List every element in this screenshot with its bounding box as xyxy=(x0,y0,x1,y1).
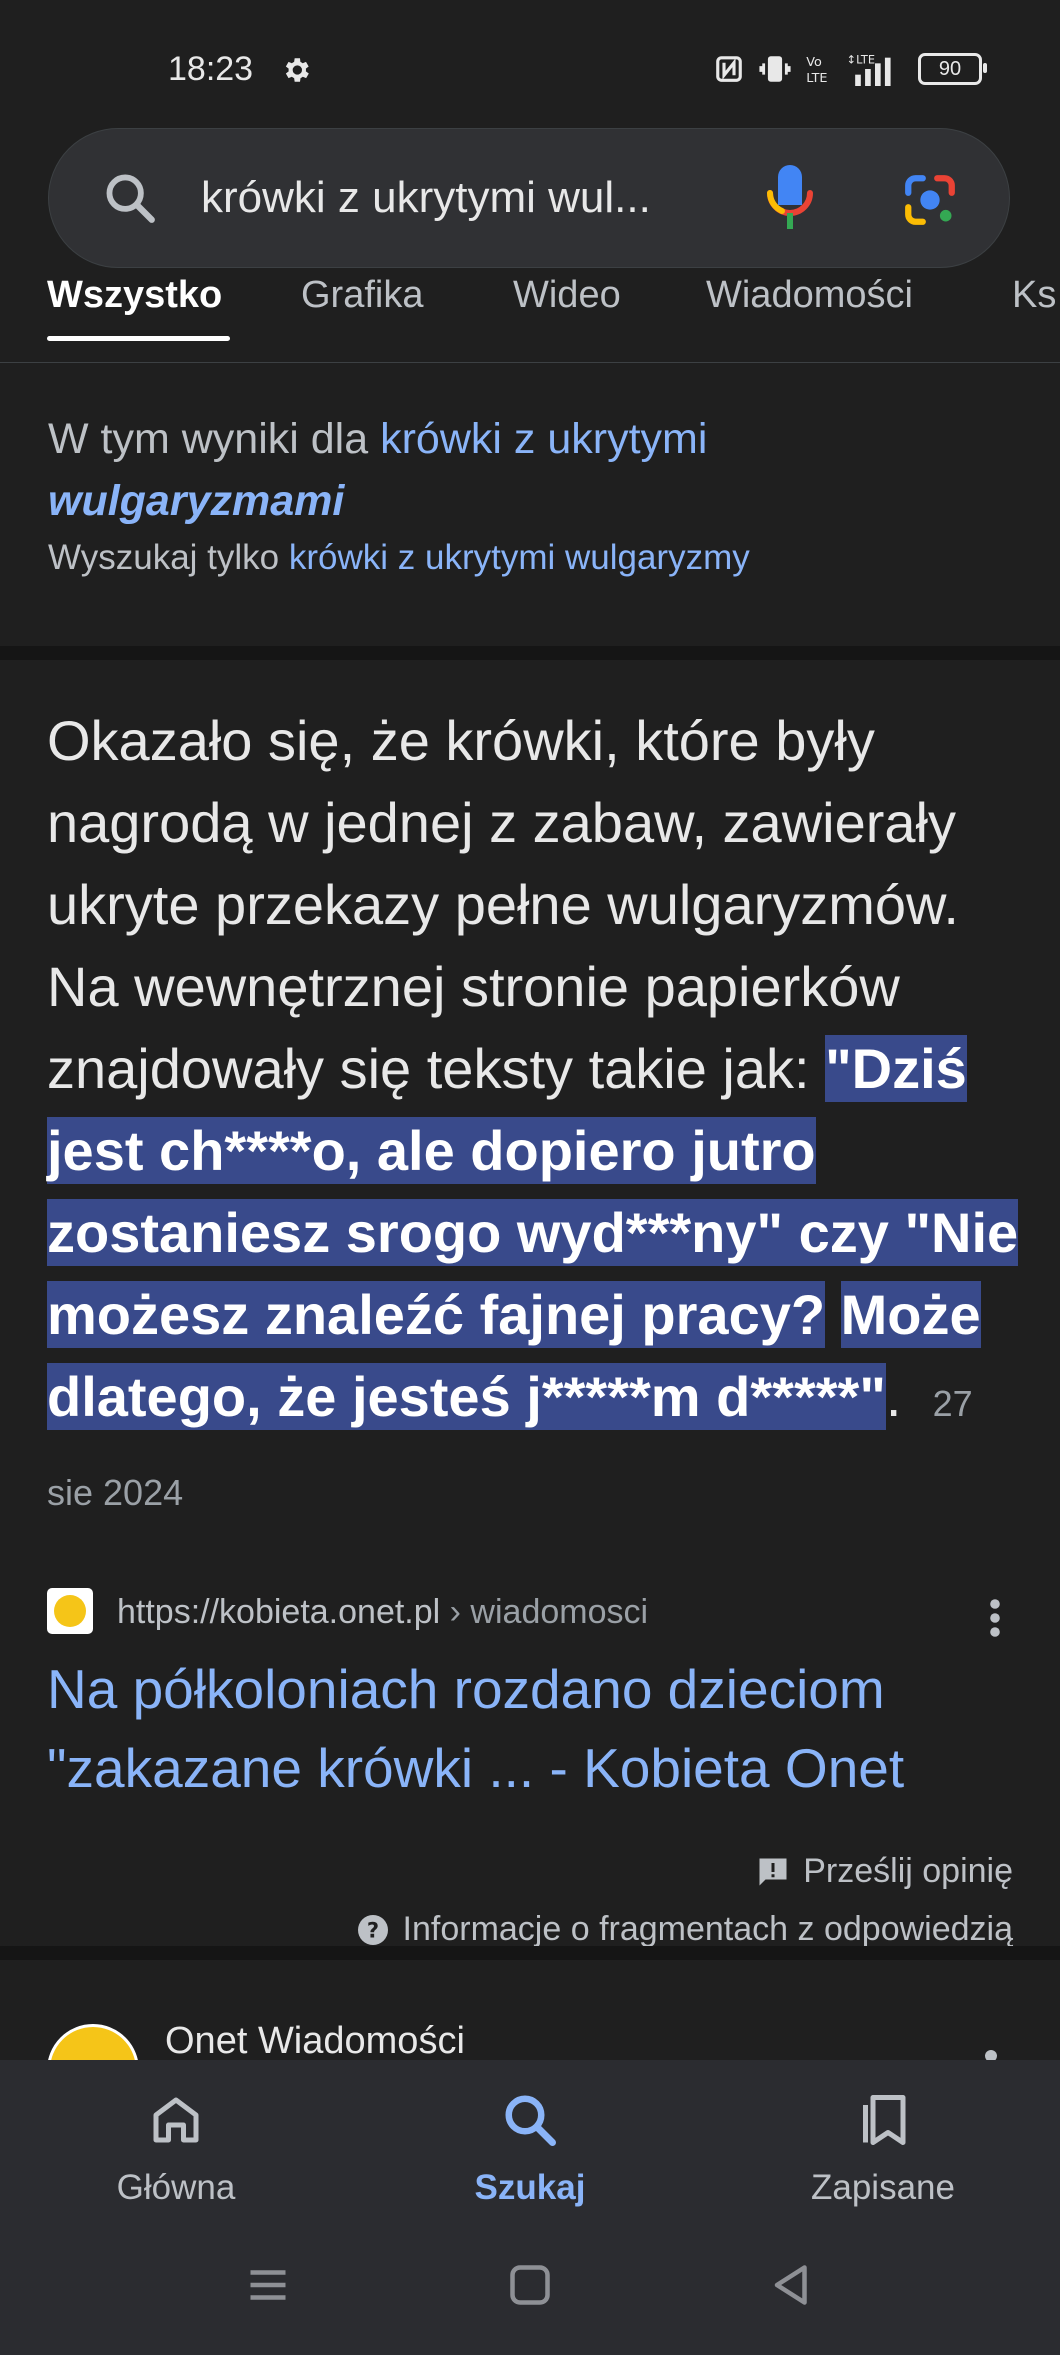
microphone-icon[interactable] xyxy=(765,163,815,231)
source-avatar xyxy=(47,2024,139,2060)
nav-home[interactable]: Główna xyxy=(56,2090,296,2208)
help-icon: ? xyxy=(357,1914,388,1945)
home-icon xyxy=(153,2097,199,2143)
search-input[interactable]: krówki z ukrytymi wul... xyxy=(201,173,651,223)
result-url-breadcrumb: › wiadomosci xyxy=(440,1593,649,1631)
bookmarks-icon xyxy=(863,2095,906,2145)
tab-news[interactable]: Wiadomości xyxy=(706,274,913,317)
svg-text:↕LTE: ↕LTE xyxy=(847,52,875,66)
status-bar: 18:23 Vo LTE ↕LTE 90 xyxy=(0,0,1060,130)
svg-text:?: ? xyxy=(366,1918,378,1942)
gear-icon xyxy=(285,58,309,82)
corrected-query-link[interactable]: krówki z ukrytymi xyxy=(380,415,707,463)
feedback-link[interactable]: Prześlij opinię xyxy=(755,1852,1013,1891)
corrected-query-link-bold[interactable]: wulgaryzmami xyxy=(48,477,344,525)
vibrate-icon xyxy=(759,56,791,82)
status-icons: Vo LTE ↕LTE 90 xyxy=(714,52,987,86)
about-snippets-link[interactable]: ? Informacje o fragmentach z odpowiedzią xyxy=(355,1910,1013,1949)
spelling-correction: W tym wyniki dla krówki z ukrytymi wulga… xyxy=(48,408,1008,578)
bottom-navigation: Główna Szukaj Zapisane xyxy=(0,2060,1060,2355)
search-only-prefix: Wyszukaj tylko xyxy=(48,538,289,577)
tab-all[interactable]: Wszystko xyxy=(47,274,222,317)
nav-saved-label: Zapisane xyxy=(811,2168,955,2207)
snippet-text: Okazało się, że krówki, które były nagro… xyxy=(47,709,959,1100)
tab-video[interactable]: Wideo xyxy=(513,274,621,317)
back-icon[interactable] xyxy=(762,2255,822,2315)
snippet-end: . xyxy=(885,1365,902,1428)
nav-home-label: Główna xyxy=(116,2168,236,2207)
about-snippets-label: Informacje o fragmentach z odpowiedzią xyxy=(402,1910,1013,1948)
svg-text:Vo: Vo xyxy=(806,55,822,70)
battery-indicator: 90 xyxy=(918,53,987,85)
next-result-source: Onet Wiadomości xyxy=(165,2020,465,2060)
next-result-card[interactable]: Onet Wiadomości xyxy=(0,1960,1060,2060)
nav-saved[interactable]: Zapisane xyxy=(763,2090,1003,2208)
feedback-icon xyxy=(759,1858,787,1885)
battery-level: 90 xyxy=(938,57,962,80)
result-title-link[interactable]: Na półkoloniach rozdano dzieciom "zakaza… xyxy=(47,1650,1022,1808)
recent-apps-icon[interactable] xyxy=(238,2255,298,2315)
section-divider xyxy=(0,646,1060,660)
search-only-link[interactable]: krówki z ukrytymi wulgaryzmy xyxy=(289,538,750,577)
search-tabs: Wszystko Grafika Wideo Wiadomości Ks xyxy=(0,270,1060,363)
tab-books[interactable]: Ks xyxy=(1012,274,1056,317)
nav-search-label: Szukaj xyxy=(474,2168,586,2207)
svg-text:LTE: LTE xyxy=(806,71,827,85)
site-favicon xyxy=(47,1588,93,1634)
search-icon[interactable] xyxy=(101,169,159,227)
tab-images[interactable]: Grafika xyxy=(301,274,423,317)
home-button-icon[interactable] xyxy=(500,2255,560,2315)
nfc-icon xyxy=(716,56,742,82)
result-url-domain: https://kobieta.onet.pl xyxy=(117,1593,441,1631)
spelling-prefix: W tym wyniki dla xyxy=(48,415,381,463)
nav-search[interactable]: Szukaj xyxy=(410,2090,650,2208)
signal-icon: ↕LTE xyxy=(847,52,891,86)
status-time: 18:23 xyxy=(168,50,254,88)
featured-snippet-text: Okazało się, że krówki, które były nagro… xyxy=(47,700,1022,1534)
result-source[interactable]: https://kobieta.onet.pl › wiadomosci xyxy=(47,1588,1027,1638)
active-tab-indicator xyxy=(47,336,230,341)
feedback-label: Prześlij opinię xyxy=(803,1852,1013,1890)
search-bar[interactable]: krówki z ukrytymi wul... xyxy=(48,128,1010,268)
volte-icon: VoLTE xyxy=(806,55,827,85)
more-options-icon[interactable] xyxy=(985,2050,997,2060)
section-divider xyxy=(0,1946,1060,1960)
more-options-icon[interactable] xyxy=(989,1598,1001,1638)
result-url[interactable]: https://kobieta.onet.pl › wiadomosci xyxy=(117,1593,648,1632)
search-icon xyxy=(505,2095,556,2146)
google-lens-icon[interactable] xyxy=(901,171,959,229)
